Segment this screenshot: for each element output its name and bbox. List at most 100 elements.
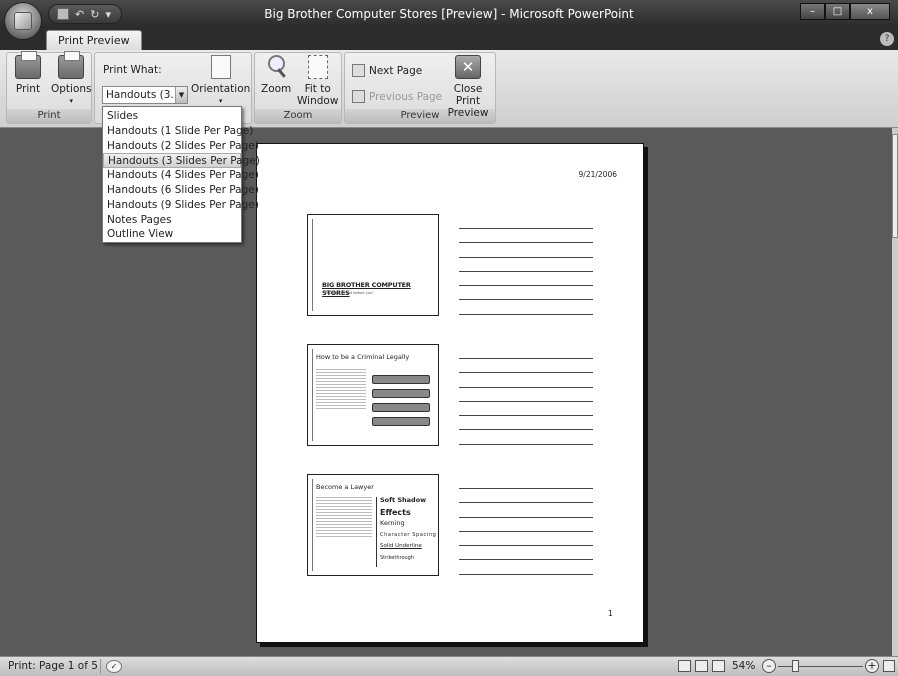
dropdown-option[interactable]: Handouts (6 Slides Per Page) — [103, 183, 259, 198]
close-button[interactable]: x — [850, 3, 890, 20]
slide-3-list-item: Character Spacing — [380, 531, 437, 538]
save-icon[interactable] — [57, 8, 69, 20]
preview-page: 9/21/2006 BIG BROTHER COMPUTER STORES "I… — [256, 143, 644, 643]
view-buttons — [678, 660, 725, 672]
notes-lines-3 — [459, 488, 593, 588]
magnifier-icon — [266, 55, 286, 79]
printer-icon — [15, 51, 41, 79]
zoom-out-button[interactable]: – — [762, 659, 776, 673]
scrollbar-thumb[interactable] — [892, 134, 898, 238]
zoom-in-button[interactable]: + — [865, 659, 879, 673]
window-controls: – □ x — [800, 3, 890, 20]
slide-3-list-item: Effects — [380, 507, 411, 517]
zoom-button[interactable]: Zoom — [261, 55, 291, 95]
zoom-slider-thumb[interactable] — [792, 660, 799, 672]
help-icon[interactable]: ? — [880, 32, 894, 46]
print-button-label: Print — [15, 83, 41, 95]
fit-label-2: Window — [297, 95, 339, 107]
page-number: 1 — [607, 609, 613, 618]
zoom-group-label: Zoom — [255, 109, 341, 123]
dropdown-option[interactable]: Handouts (1 Slide Per Page) — [103, 124, 253, 139]
normal-view-icon[interactable] — [678, 660, 691, 672]
close-label-2: Preview — [447, 107, 489, 119]
slide-2-title: How to be a Criminal Legally — [316, 353, 410, 361]
page-date: 9/21/2006 — [578, 170, 617, 179]
slide-3-divider — [376, 497, 377, 567]
previous-page-button[interactable]: Previous Page — [352, 90, 442, 103]
slide-3-list-item: Solid Underline — [380, 543, 422, 549]
print-what-value: Handouts (3... — [106, 89, 181, 101]
close-print-preview-button[interactable]: ✕ Close Print Preview — [441, 55, 495, 119]
undo-icon[interactable]: ↶ — [75, 8, 84, 21]
slide-2-bar — [372, 417, 430, 426]
orientation-button[interactable]: Orientation ▾ — [191, 55, 250, 107]
quick-access-toolbar: ↶ ↻ ▾ — [48, 4, 122, 24]
print-group: Print Options ▾ Print — [6, 51, 92, 124]
dropdown-option[interactable]: Handouts (9 Slides Per Page) — [103, 198, 259, 213]
slide-edge — [312, 479, 313, 571]
slideshow-view-icon[interactable] — [712, 660, 725, 672]
vertical-scrollbar[interactable] — [892, 128, 898, 656]
fit-slide-icon[interactable] — [883, 660, 895, 672]
slide-2-bar — [372, 375, 430, 384]
fit-window-icon — [307, 55, 328, 79]
ribbon-tab-row: Print Preview ? — [0, 28, 898, 50]
print-button[interactable]: Print — [15, 51, 41, 95]
print-group-label: Print — [7, 109, 91, 123]
dropdown-option[interactable]: Outline View — [103, 227, 241, 242]
next-page-label: Next Page — [369, 64, 423, 77]
dropdown-option[interactable]: Handouts (4 Slides Per Page) — [103, 168, 259, 183]
zoom-percent[interactable]: 54% — [732, 660, 755, 672]
zoom-slider-track[interactable] — [778, 666, 863, 667]
slide-3-list: Soft Shadow Effects Kerning Character Sp… — [380, 495, 436, 564]
tab-print-preview[interactable]: Print Preview — [46, 30, 142, 50]
title-bar: Big Brother Computer Stores [Preview] - … — [0, 0, 898, 28]
slide-2-bar — [372, 389, 430, 398]
chevron-down-icon[interactable]: ▼ — [175, 87, 187, 103]
orientation-label: Orientation — [191, 83, 251, 95]
redo-icon[interactable]: ↻ — [90, 8, 99, 21]
options-button-label: Options — [51, 83, 92, 95]
slide-1-subtitle: "It's what's next before you" — [324, 291, 374, 295]
print-what-label: Print What: — [103, 64, 162, 76]
fit-label-1: Fit to — [304, 83, 331, 95]
slide-sorter-view-icon[interactable] — [695, 660, 708, 672]
slide-edge — [312, 219, 313, 311]
next-page-button[interactable]: Next Page — [352, 64, 422, 77]
dropdown-option[interactable]: Notes Pages — [103, 213, 241, 228]
slide-edge — [312, 349, 313, 441]
chevron-down-icon: ▾ — [69, 97, 74, 105]
slide-3-body-text — [316, 495, 372, 539]
status-bar: Print: Page 1 of 5 ✓ 54% – + — [0, 656, 898, 676]
customize-qat-icon[interactable]: ▾ — [105, 8, 111, 21]
slide-3-list-item: Soft Shadow — [380, 496, 427, 504]
close-icon: ✕ — [455, 55, 481, 79]
options-icon — [58, 51, 85, 79]
minimize-button[interactable]: – — [800, 3, 825, 20]
notes-lines-1 — [459, 228, 593, 328]
page-status: Print: Page 1 of 5 — [8, 660, 98, 672]
slide-3-title: Become a Lawyer — [316, 483, 374, 491]
fit-to-window-button[interactable]: Fit to Window — [297, 55, 338, 107]
window-title: Big Brother Computer Stores [Preview] - … — [264, 7, 634, 21]
print-what-dropdown: Slides Handouts (1 Slide Per Page) Hando… — [102, 106, 260, 243]
orientation-icon — [210, 55, 231, 79]
preview-group: Preview ✕ Close Print Preview — [344, 52, 496, 124]
options-button[interactable]: Options ▾ — [51, 51, 92, 107]
dropdown-option-selected[interactable]: Handouts (3 Slides Per Page) — [103, 153, 260, 169]
maximize-button[interactable]: □ — [825, 3, 850, 20]
dropdown-option[interactable]: Slides — [103, 109, 241, 124]
zoom-group: Zoom Fit to Window Zoom — [254, 52, 342, 124]
previous-page-icon — [352, 90, 365, 103]
print-what-combo[interactable]: Handouts (3... ▼ — [102, 86, 188, 104]
spell-check-icon[interactable]: ✓ — [106, 660, 122, 673]
slide-2-bar — [372, 403, 430, 412]
slide-3-list-item: Strikethrough — [380, 554, 415, 561]
status-divider — [100, 659, 101, 674]
slide-thumbnail-2: How to be a Criminal Legally — [307, 344, 439, 446]
dropdown-option[interactable]: Handouts (2 Slides Per Page) — [103, 139, 259, 154]
close-label-1: Close Print — [453, 83, 483, 107]
notes-lines-2 — [459, 358, 593, 458]
office-button[interactable] — [4, 2, 42, 40]
office-logo-icon — [14, 12, 32, 30]
